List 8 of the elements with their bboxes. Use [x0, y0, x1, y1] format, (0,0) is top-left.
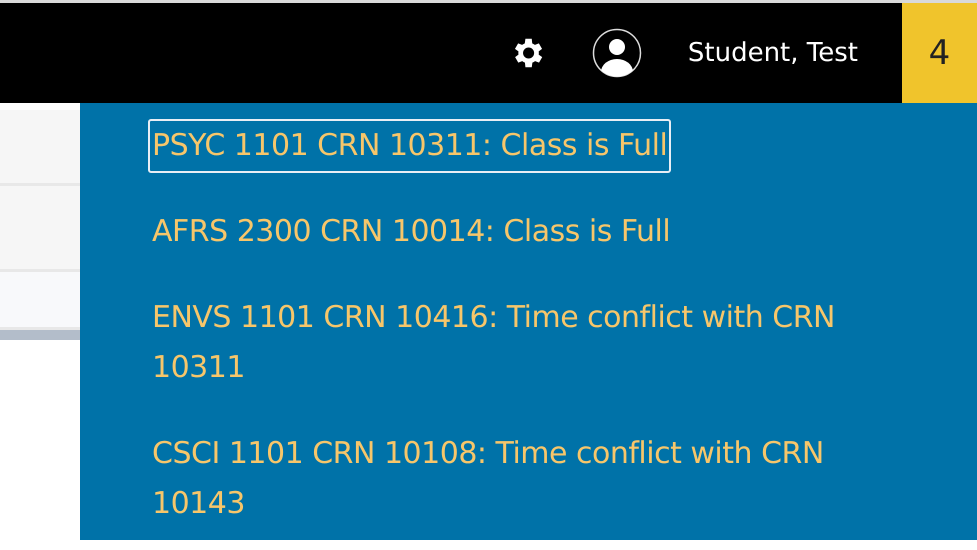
- notification-item[interactable]: ENVS 1101 CRN 10416: Time conflict with CRN 10311: [148, 291, 926, 395]
- notification-item[interactable]: AFRS 2300 CRN 10014: Class is Full: [148, 205, 674, 259]
- notification-count[interactable]: 4: [902, 3, 977, 103]
- notification-item[interactable]: PSYC 1101 CRN 10311: Class is Full: [148, 119, 672, 173]
- user-avatar-icon: [592, 28, 642, 78]
- notification-item[interactable]: CSCI 1101 CRN 10108: Time conflict with CRN 10143: [148, 427, 926, 531]
- user-name: Student, Test: [688, 38, 858, 68]
- profile-button[interactable]: [592, 28, 642, 78]
